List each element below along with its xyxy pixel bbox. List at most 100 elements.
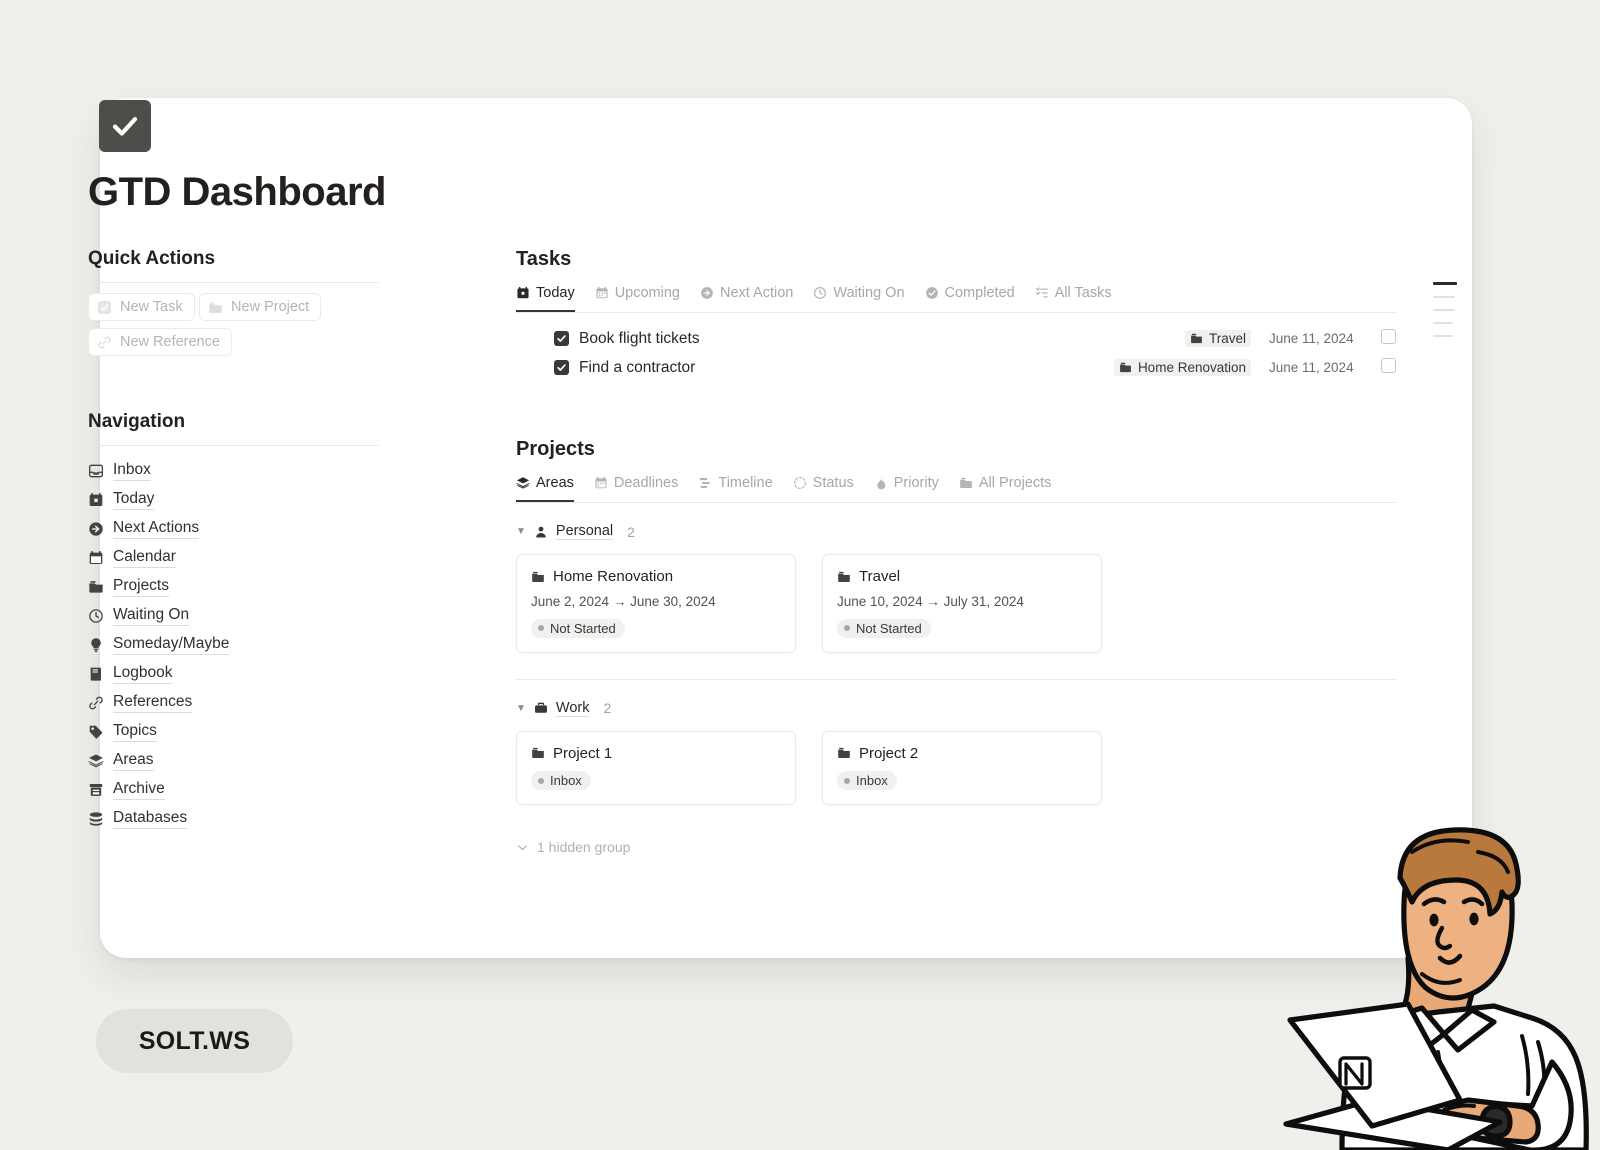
tab-today[interactable]: Today xyxy=(516,285,575,312)
tab-waiting-on[interactable]: Waiting On xyxy=(813,285,904,312)
status-dot-icon xyxy=(844,778,850,784)
tab-label: Priority xyxy=(894,475,939,491)
sidebar-item-projects[interactable]: Projects xyxy=(88,572,378,601)
task-row-end-checkbox[interactable] xyxy=(1381,358,1396,378)
sidebar-item-calendar[interactable]: Calendar xyxy=(88,543,378,572)
task-title: Find a contractor xyxy=(579,359,695,377)
task-project-label: Travel xyxy=(1209,331,1246,346)
task-row[interactable]: Book flight tickets Travel June 11, 2024 xyxy=(516,324,1396,353)
task-checkbox-checked[interactable] xyxy=(554,360,569,375)
brand-badge: SOLT.WS xyxy=(96,1009,293,1073)
task-row[interactable]: Find a contractor Home Renovation June 1… xyxy=(516,353,1396,382)
status-circle-icon xyxy=(793,476,807,490)
calendar-today-icon xyxy=(516,286,530,300)
sidebar-item-areas[interactable]: Areas xyxy=(88,746,378,775)
sidebar-item-label: Calendar xyxy=(113,547,176,567)
sidebar-item-references[interactable]: References xyxy=(88,688,378,717)
tab-status[interactable]: Status xyxy=(793,475,854,502)
toc-line[interactable] xyxy=(1433,322,1453,324)
sidebar-item-logbook[interactable]: Logbook xyxy=(88,659,378,688)
hidden-group-label: 1 hidden group xyxy=(537,839,630,855)
tab-next-action[interactable]: Next Action xyxy=(700,285,793,312)
project-group-name: Work xyxy=(556,700,590,717)
sidebar-item-inbox[interactable]: Inbox xyxy=(88,456,378,485)
tab-all-projects[interactable]: All Projects xyxy=(959,475,1052,502)
project-card[interactable]: Project 1 Inbox xyxy=(516,731,796,806)
sidebar-item-topics[interactable]: Topics xyxy=(88,717,378,746)
navigation-list: Inbox Today xyxy=(88,456,378,833)
page-title: GTD Dashboard xyxy=(88,170,386,215)
project-card[interactable]: Home Renovation June 2, 2024 → June 30, … xyxy=(516,554,796,653)
tab-upcoming[interactable]: Upcoming xyxy=(595,285,680,312)
task-date: June 11, 2024 xyxy=(1269,360,1373,375)
tasks-tabbar: Today xyxy=(516,285,1396,313)
toc-line[interactable] xyxy=(1433,309,1455,311)
sidebar-item-next-actions[interactable]: Next Actions xyxy=(88,514,378,543)
toc-line[interactable] xyxy=(1433,335,1453,337)
sidebar-item-label: Topics xyxy=(113,721,157,741)
sidebar-item-databases[interactable]: Databases xyxy=(88,804,378,833)
new-reference-button[interactable]: New Reference xyxy=(88,328,232,356)
divider xyxy=(88,282,378,283)
new-task-label: New Task xyxy=(120,299,183,315)
tab-priority[interactable]: Priority xyxy=(874,475,939,502)
tab-completed[interactable]: Completed xyxy=(925,285,1015,312)
sidebar-item-waiting-on[interactable]: Waiting On xyxy=(88,601,378,630)
project-group-count: 2 xyxy=(627,524,635,540)
quick-actions-list: New Task New Project xyxy=(88,293,378,363)
person-icon xyxy=(534,525,548,539)
project-group-header-personal[interactable]: ▼ Personal 2 xyxy=(516,523,1396,540)
sidebar-item-someday-maybe[interactable]: Someday/Maybe xyxy=(88,630,378,659)
table-of-contents-indicator[interactable] xyxy=(1433,282,1457,348)
layers-icon xyxy=(516,476,530,490)
calendar-icon xyxy=(595,286,609,300)
project-group-count: 2 xyxy=(603,700,611,716)
folder-icon xyxy=(837,746,851,760)
task-checkbox-checked[interactable] xyxy=(554,331,569,346)
arrow-circle-right-icon xyxy=(88,521,104,537)
tab-label: Areas xyxy=(536,475,574,491)
projects-section: Projects Areas xyxy=(516,438,1396,855)
sidebar-item-label: Inbox xyxy=(113,460,151,480)
project-card-dates: June 2, 2024 → June 30, 2024 xyxy=(531,594,781,609)
project-card-row: Project 1 Inbox xyxy=(516,731,1396,806)
sidebar-item-label: Projects xyxy=(113,576,169,596)
tab-timeline[interactable]: Timeline xyxy=(698,475,772,502)
new-project-label: New Project xyxy=(231,299,309,315)
new-reference-label: New Reference xyxy=(120,334,220,350)
chevron-down-icon[interactable]: ▼ xyxy=(516,703,526,714)
new-task-button[interactable]: New Task xyxy=(88,293,195,321)
tab-label: Completed xyxy=(945,285,1015,301)
link-icon xyxy=(88,695,104,711)
sidebar-item-archive[interactable]: Archive xyxy=(88,775,378,804)
project-card-title: Travel xyxy=(859,568,900,585)
chevron-down-icon[interactable]: ▼ xyxy=(516,526,526,537)
lightbulb-icon xyxy=(88,637,104,653)
briefcase-icon xyxy=(534,701,548,715)
tab-deadlines[interactable]: Deadlines xyxy=(594,475,679,502)
project-group-header-work[interactable]: ▼ Work 2 xyxy=(516,700,1396,717)
navigation-heading: Navigation xyxy=(88,411,378,445)
folder-icon xyxy=(1119,361,1132,374)
project-card-title-row: Home Renovation xyxy=(531,568,781,585)
tab-label: Upcoming xyxy=(615,285,680,301)
project-card-title-row: Travel xyxy=(837,568,1087,585)
tab-all-tasks[interactable]: All Tasks xyxy=(1035,285,1112,312)
sidebar-item-label: Someday/Maybe xyxy=(113,634,229,654)
task-project-tag[interactable]: Home Renovation xyxy=(1114,359,1251,376)
sidebar-item-label: Waiting On xyxy=(113,605,189,625)
tab-label: Timeline xyxy=(718,475,772,491)
task-row-end-checkbox[interactable] xyxy=(1381,329,1396,349)
new-project-button[interactable]: New Project xyxy=(199,293,321,321)
folder-icon xyxy=(531,746,545,760)
project-card[interactable]: Project 2 Inbox xyxy=(822,731,1102,806)
checkbox-icon xyxy=(97,300,112,315)
divider xyxy=(516,679,1396,680)
project-card-title: Project 1 xyxy=(553,745,612,762)
sidebar-item-today[interactable]: Today xyxy=(88,485,378,514)
toc-line-active[interactable] xyxy=(1433,282,1457,285)
toc-line[interactable] xyxy=(1433,296,1455,298)
task-project-tag[interactable]: Travel xyxy=(1185,330,1251,347)
project-card[interactable]: Travel June 10, 2024 → July 31, 2024 Not… xyxy=(822,554,1102,653)
tab-areas[interactable]: Areas xyxy=(516,475,574,502)
